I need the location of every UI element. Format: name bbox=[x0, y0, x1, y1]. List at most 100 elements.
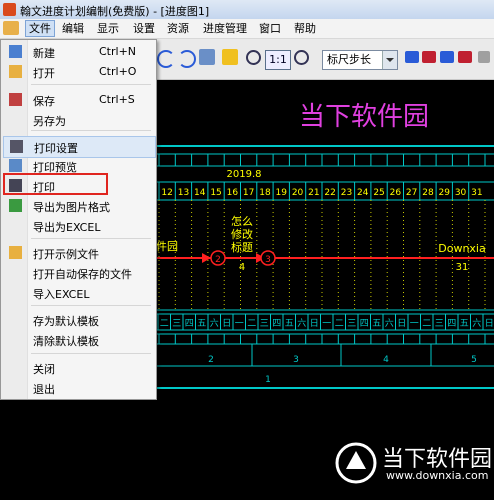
weekday-label: 三 bbox=[260, 319, 269, 329]
menu-item-label: 退出 bbox=[33, 383, 55, 396]
menu-item-label: 关闭 bbox=[33, 363, 55, 376]
day-number: 13 bbox=[178, 188, 189, 198]
weekday-label: 三 bbox=[347, 319, 356, 329]
menu-item-13[interactable]: 清除默认模板 bbox=[3, 330, 154, 350]
day-number: 14 bbox=[194, 188, 206, 198]
run-icon[interactable] bbox=[222, 49, 238, 65]
weekday-label: 一 bbox=[322, 319, 331, 329]
menu-item-3[interactable]: 另存为 bbox=[3, 110, 154, 130]
menu-item-label: 打开自动保存的文件 bbox=[33, 268, 132, 281]
print-preview-icon bbox=[9, 159, 22, 172]
open-folder-icon bbox=[9, 246, 22, 259]
weekday-label: 五 bbox=[460, 319, 469, 329]
task-right-label: Downxia bbox=[438, 242, 485, 255]
day-number: 28 bbox=[422, 188, 434, 198]
menu-item-shortcut: Ctrl+S bbox=[99, 93, 135, 106]
step-last-icon[interactable] bbox=[458, 51, 472, 63]
month-number: 1 bbox=[265, 375, 271, 385]
weekday-label: 五 bbox=[372, 319, 381, 329]
more-tools-icon[interactable] bbox=[478, 51, 490, 63]
menu-item-7[interactable]: 导出为图片格式 bbox=[3, 196, 154, 216]
menu-item-label: 导出为图片格式 bbox=[33, 201, 110, 214]
day-number: 23 bbox=[341, 188, 352, 198]
weekday-label: 四 bbox=[360, 319, 369, 329]
menu-separator bbox=[31, 130, 151, 131]
watermark: 当下软件园 www.downxia.com bbox=[330, 437, 494, 489]
day-number: 21 bbox=[308, 188, 319, 198]
title-bar: 翰文进度计划编制(免费版) - [进度图1] bbox=[0, 0, 494, 20]
task-left-label: 件园 bbox=[156, 240, 178, 253]
week-number: 4 bbox=[383, 355, 389, 365]
menu-item-shortcut: Ctrl+O bbox=[99, 65, 137, 78]
menu-window[interactable]: 窗口 bbox=[259, 21, 281, 36]
watermark-url: www.downxia.com bbox=[386, 469, 489, 482]
menu-item-label: 导出为EXCEL bbox=[33, 221, 101, 234]
menu-item-label: 保存 bbox=[33, 95, 55, 108]
menu-item-15[interactable]: 退出 bbox=[3, 378, 154, 398]
save-icon bbox=[9, 93, 22, 106]
menu-settings[interactable]: 设置 bbox=[133, 21, 155, 36]
zoom-in-icon[interactable] bbox=[294, 50, 309, 65]
menu-view[interactable]: 显示 bbox=[97, 21, 119, 36]
weekday-label: 日 bbox=[222, 318, 231, 329]
weekday-label: 二 bbox=[422, 319, 431, 329]
menu-item-0[interactable]: 新建 Ctrl+N bbox=[3, 42, 154, 62]
scale-select[interactable]: 标尺步长 bbox=[322, 50, 398, 70]
menu-help[interactable]: 帮助 bbox=[294, 21, 316, 36]
menu-item-1[interactable]: 打开 Ctrl+O bbox=[3, 62, 154, 82]
menu-schedule-management[interactable]: 进度管理 bbox=[203, 21, 247, 36]
day-number: 29 bbox=[439, 188, 451, 198]
menu-item-label: 打印设置 bbox=[34, 142, 78, 155]
day-number: 16 bbox=[227, 188, 239, 198]
menu-item-shortcut: Ctrl+N bbox=[99, 45, 137, 58]
day-number: 25 bbox=[373, 188, 384, 198]
menu-item-8[interactable]: 导出为EXCEL bbox=[3, 216, 154, 236]
export-image-icon bbox=[9, 199, 22, 212]
step-next-icon[interactable] bbox=[440, 51, 454, 63]
day-number: 31 bbox=[471, 188, 482, 198]
menu-item-2[interactable]: 保存 Ctrl+S bbox=[3, 90, 154, 110]
menu-item-10[interactable]: 打开自动保存的文件 bbox=[3, 263, 154, 283]
weekday-label: 二 bbox=[335, 319, 344, 329]
day-number: 24 bbox=[357, 188, 369, 198]
day-number: 19 bbox=[276, 188, 288, 198]
date-label: 2019.8 bbox=[227, 169, 262, 180]
menu-item-11[interactable]: 导入EXCEL bbox=[3, 283, 154, 303]
system-menu-icon[interactable] bbox=[3, 21, 19, 35]
chevron-down-icon[interactable] bbox=[382, 51, 397, 69]
week-number: 5 bbox=[471, 355, 477, 365]
step-prev-icon[interactable] bbox=[422, 51, 436, 63]
menu-file[interactable]: 文件 bbox=[25, 20, 55, 37]
weekday-label: 四 bbox=[185, 319, 194, 329]
weekday-label: 三 bbox=[435, 319, 444, 329]
menu-separator bbox=[31, 84, 151, 85]
day-number: 30 bbox=[455, 188, 467, 198]
weekday-label: 日 bbox=[310, 318, 319, 329]
menu-edit[interactable]: 编辑 bbox=[62, 21, 84, 36]
weekday-label: 一 bbox=[410, 319, 419, 329]
day-number: 18 bbox=[259, 188, 271, 198]
weekday-label: 六 bbox=[210, 317, 219, 329]
undo-icon[interactable] bbox=[157, 50, 175, 68]
menu-item-4[interactable]: 打印设置 bbox=[3, 136, 156, 158]
weekday-label: 日 bbox=[397, 318, 406, 329]
day-number: 26 bbox=[390, 188, 402, 198]
weekday-label: 六 bbox=[385, 317, 394, 329]
node-number: 3 bbox=[265, 255, 271, 265]
zoom-one-to-one-button[interactable]: 1:1 bbox=[265, 50, 291, 70]
menu-resources[interactable]: 资源 bbox=[167, 21, 189, 36]
redo-icon[interactable] bbox=[178, 50, 196, 68]
menu-item-label: 导入EXCEL bbox=[33, 288, 90, 301]
menu-bar: 文件 编辑 显示 设置 资源 进度管理 窗口 帮助 bbox=[0, 19, 494, 39]
print-setup-icon bbox=[10, 140, 23, 153]
menu-item-label: 存为默认模板 bbox=[33, 315, 99, 328]
menu-item-12[interactable]: 存为默认模板 bbox=[3, 310, 154, 330]
copy-icon[interactable] bbox=[199, 49, 215, 65]
week-number: 3 bbox=[293, 355, 299, 365]
menu-item-label: 另存为 bbox=[33, 115, 66, 128]
zoom-out-icon[interactable] bbox=[246, 50, 261, 65]
weekday-label: 五 bbox=[197, 319, 206, 329]
menu-item-14[interactable]: 关闭 bbox=[3, 358, 154, 378]
step-first-icon[interactable] bbox=[405, 51, 419, 63]
menu-item-9[interactable]: 打开示例文件 bbox=[3, 243, 154, 263]
